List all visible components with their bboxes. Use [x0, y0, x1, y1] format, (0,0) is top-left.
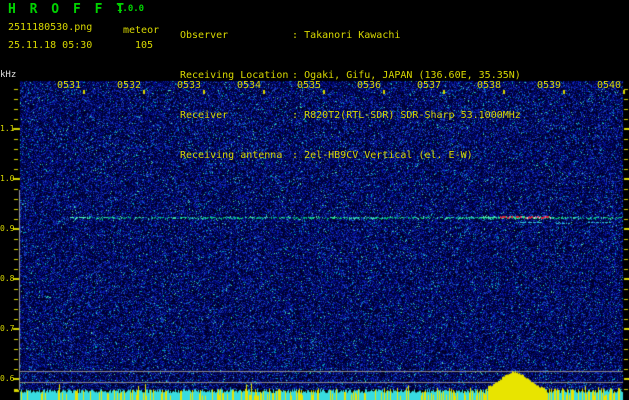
- freq-tick-label: 1.0: [0, 174, 15, 183]
- info-label: Observer: [180, 29, 229, 41]
- time-tick-label: 0540: [596, 80, 622, 91]
- freq-tick-label: 0.6: [0, 374, 15, 383]
- time-tick-label: 0537: [416, 80, 442, 91]
- time-tick-label: 0534: [236, 80, 262, 91]
- info-row-location: Receiving Location: Ogaki, Gifu, JAPAN (…: [180, 69, 521, 82]
- time-tick-label: 0533: [176, 80, 202, 91]
- app-title: H R O F F T: [8, 2, 128, 17]
- echo-count: 105: [135, 40, 154, 51]
- hrofft-window: H R O F F T 1.0.0 2511180530.png meteor …: [0, 0, 629, 400]
- time-tick-label: 0538: [476, 80, 502, 91]
- time-tick-label: 0536: [356, 80, 382, 91]
- station-info: Observer: Takanori Kawachi Receiving Loc…: [180, 2, 521, 190]
- info-value: R820T2(RTL-SDR) SDR-Sharp 53.1000MHz: [304, 110, 521, 122]
- freq-axis-unit: kHz: [0, 70, 17, 80]
- info-row-antenna: Receiving antenna: 2el-HB9CV Vertical (e…: [180, 149, 521, 162]
- info-value: 2el-HB9CV Vertical (el. E-W): [304, 150, 473, 162]
- output-filename: 2511180530.png: [8, 22, 93, 33]
- info-separator: :: [292, 110, 299, 122]
- info-separator: :: [292, 150, 299, 162]
- info-row-observer: Observer: Takanori Kawachi: [180, 29, 521, 42]
- freq-tick-label: 0.7: [0, 324, 15, 333]
- info-separator: :: [292, 29, 299, 41]
- freq-tick-label: 0.8: [0, 274, 15, 283]
- time-tick-label: 0531: [56, 80, 82, 91]
- info-row-receiver: Receiver: R820T2(RTL-SDR) SDR-Sharp 53.1…: [180, 109, 521, 122]
- info-value: Takanori Kawachi: [304, 29, 401, 41]
- mode-label: meteor: [123, 25, 160, 36]
- datetime-label: 25.11.18 05:30: [8, 40, 93, 51]
- time-tick-label: 0532: [116, 80, 142, 91]
- freq-tick-label: 0.9: [0, 224, 15, 233]
- app-version: 1.0.0: [117, 4, 145, 14]
- freq-tick-label: 1.1: [0, 124, 15, 133]
- info-label: Receiving antenna: [180, 150, 283, 162]
- time-tick-label: 0539: [536, 80, 562, 91]
- time-tick-label: 0535: [296, 80, 322, 91]
- info-label: Receiver: [180, 110, 229, 122]
